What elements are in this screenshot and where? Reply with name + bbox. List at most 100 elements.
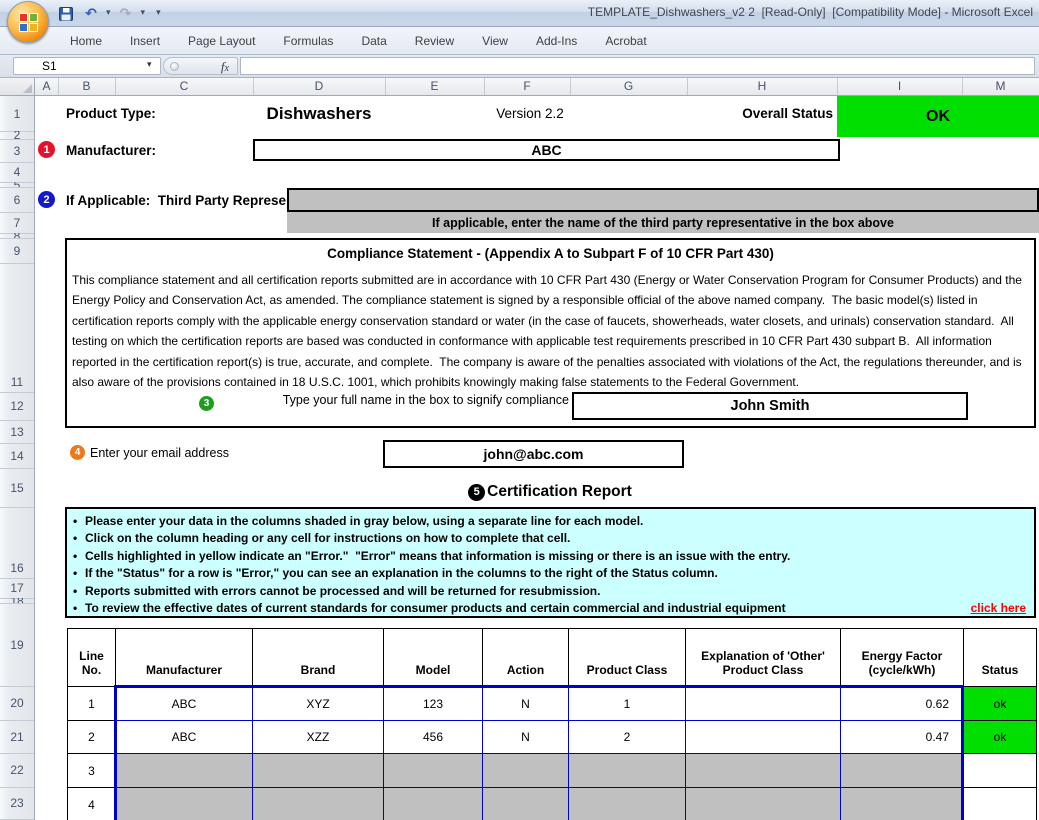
cell-r21-status[interactable]: ok — [963, 720, 1037, 754]
row-header-7[interactable]: 7 — [0, 212, 34, 234]
cell-r20-manufacturer[interactable]: ABC — [115, 686, 253, 721]
manufacturer-input[interactable]: ABC — [253, 139, 840, 161]
cell-r21-explanation-of-other-product-class[interactable] — [685, 720, 841, 754]
name-box-dropdown-icon[interactable]: ▾ — [147, 61, 152, 70]
office-button[interactable] — [7, 1, 49, 43]
name-box[interactable]: S1 — [13, 57, 161, 75]
cell-r22-brand[interactable] — [252, 753, 384, 788]
cell-r21-brand[interactable]: XZZ — [252, 720, 384, 754]
column-header-m[interactable]: M — [962, 78, 1039, 95]
cell-r20-product-class[interactable]: 1 — [568, 686, 686, 721]
cell-r20-status[interactable]: ok — [963, 686, 1037, 721]
column-header-b[interactable]: B — [58, 78, 116, 95]
row-header-11[interactable]: 11 — [0, 263, 34, 393]
column-header-a[interactable]: A — [35, 78, 59, 95]
ribbon-tab-data[interactable]: Data — [347, 29, 400, 53]
row-header-16[interactable]: 16 — [0, 507, 34, 579]
row-header-19[interactable]: 19 — [0, 603, 34, 687]
redo-dropdown-icon[interactable]: ▾ — [141, 9, 146, 18]
cell-r21-model[interactable]: 456 — [383, 720, 483, 754]
row-header-15[interactable]: 15 — [0, 468, 34, 508]
save-icon[interactable] — [56, 4, 76, 23]
undo-icon[interactable]: ↶ — [81, 4, 101, 23]
cell-r21-manufacturer[interactable]: ABC — [115, 720, 253, 754]
cell-r22-model[interactable] — [383, 753, 483, 788]
row-header-17[interactable]: 17 — [0, 578, 34, 599]
cell-r20-line-no[interactable]: 1 — [67, 686, 116, 721]
signature-input[interactable]: John Smith — [572, 392, 968, 420]
row-header-14[interactable]: 14 — [0, 443, 34, 469]
row-header-21[interactable]: 21 — [0, 720, 34, 754]
cell-r22-product-class[interactable] — [568, 753, 686, 788]
cell-r20-action[interactable]: N — [482, 686, 569, 721]
redo-icon[interactable]: ↷ — [116, 4, 136, 23]
table-col-header-energy-factor-cycle-kwh[interactable]: Energy Factor (cycle/kWh) — [840, 628, 964, 687]
cell-r21-action[interactable]: N — [482, 720, 569, 754]
ribbon-tab-formulas[interactable]: Formulas — [269, 29, 347, 53]
cell-r23-energy-factor-cycle-kwh[interactable] — [840, 787, 964, 820]
ribbon-tab-add-ins[interactable]: Add-Ins — [522, 29, 591, 53]
row-header-4[interactable]: 4 — [0, 162, 34, 183]
row-header-23[interactable]: 23 — [0, 787, 34, 820]
table-col-header-explanation-of-other-product-class[interactable]: Explanation of 'Other' Product Class — [685, 628, 841, 687]
column-header-d[interactable]: D — [253, 78, 386, 95]
table-col-header-status[interactable]: Status — [963, 628, 1037, 687]
column-header-f[interactable]: F — [484, 78, 571, 95]
row-header-13[interactable]: 13 — [0, 420, 34, 444]
cell-r23-explanation-of-other-product-class[interactable] — [685, 787, 841, 820]
email-input[interactable]: john@abc.com — [383, 440, 684, 468]
cell-r23-action[interactable] — [482, 787, 569, 820]
ribbon-tab-page-layout[interactable]: Page Layout — [174, 29, 269, 53]
cell-r23-manufacturer[interactable] — [115, 787, 253, 820]
row-header-22[interactable]: 22 — [0, 753, 34, 788]
cell-r20-explanation-of-other-product-class[interactable] — [685, 686, 841, 721]
row-header-1[interactable]: 1 — [0, 96, 34, 132]
cell-r21-energy-factor-cycle-kwh[interactable]: 0.47 — [840, 720, 964, 754]
table-col-header-action[interactable]: Action — [482, 628, 569, 687]
cell-r20-brand[interactable]: XYZ — [252, 686, 384, 721]
cell-r22-line-no[interactable]: 3 — [67, 753, 116, 788]
table-col-header-brand[interactable]: Brand — [252, 628, 384, 687]
select-all-corner[interactable] — [0, 78, 35, 96]
column-header-g[interactable]: G — [570, 78, 688, 95]
cell-r20-model[interactable]: 123 — [383, 686, 483, 721]
cell-r22-action[interactable] — [482, 753, 569, 788]
cell-r21-product-class[interactable]: 2 — [568, 720, 686, 754]
ribbon-tab-view[interactable]: View — [468, 29, 522, 53]
column-header-c[interactable]: C — [115, 78, 254, 95]
cell-r23-status[interactable] — [963, 787, 1037, 820]
table-col-header-model[interactable]: Model — [383, 628, 483, 687]
table-col-header-line-no[interactable]: Line No. — [67, 628, 116, 687]
ribbon-tab-insert[interactable]: Insert — [116, 29, 174, 53]
cell-r21-line-no[interactable]: 2 — [67, 720, 116, 754]
table-col-header-manufacturer[interactable]: Manufacturer — [115, 628, 253, 687]
cell-r23-product-class[interactable] — [568, 787, 686, 820]
row-header-3[interactable]: 3 — [0, 139, 34, 163]
ribbon-tab-acrobat[interactable]: Acrobat — [591, 29, 660, 53]
customize-toolbar-icon[interactable]: ▾ — [156, 9, 161, 18]
table-col-header-product-class[interactable]: Product Class — [568, 628, 686, 687]
cell-r22-energy-factor-cycle-kwh[interactable] — [840, 753, 964, 788]
third-party-input[interactable] — [287, 188, 1039, 212]
cell-r22-status[interactable] — [963, 753, 1037, 788]
row-header-12[interactable]: 12 — [0, 392, 34, 421]
cell-r23-model[interactable] — [383, 787, 483, 820]
cell-r23-line-no[interactable]: 4 — [67, 787, 116, 820]
cell-r22-manufacturer[interactable] — [115, 753, 253, 788]
formula-input[interactable] — [240, 57, 1035, 75]
insert-function-icon[interactable]: fx — [221, 59, 229, 75]
column-header-i[interactable]: I — [837, 78, 963, 95]
column-header-h[interactable]: H — [687, 78, 838, 95]
column-header-e[interactable]: E — [385, 78, 485, 95]
cell-r22-explanation-of-other-product-class[interactable] — [685, 753, 841, 788]
ribbon-tab-home[interactable]: Home — [56, 29, 116, 53]
cell-r23-brand[interactable] — [252, 787, 384, 820]
row-header-20[interactable]: 20 — [0, 686, 34, 721]
cell-r20-energy-factor-cycle-kwh[interactable]: 0.62 — [840, 686, 964, 721]
ribbon-tab-review[interactable]: Review — [401, 29, 468, 53]
click-here-link[interactable]: click here — [971, 600, 1026, 617]
row-header-6[interactable]: 6 — [0, 187, 34, 213]
row-header-9[interactable]: 9 — [0, 238, 34, 264]
formula-bar-strip: S1 ▾ fx — [0, 55, 1039, 78]
undo-dropdown-icon[interactable]: ▾ — [106, 9, 111, 18]
